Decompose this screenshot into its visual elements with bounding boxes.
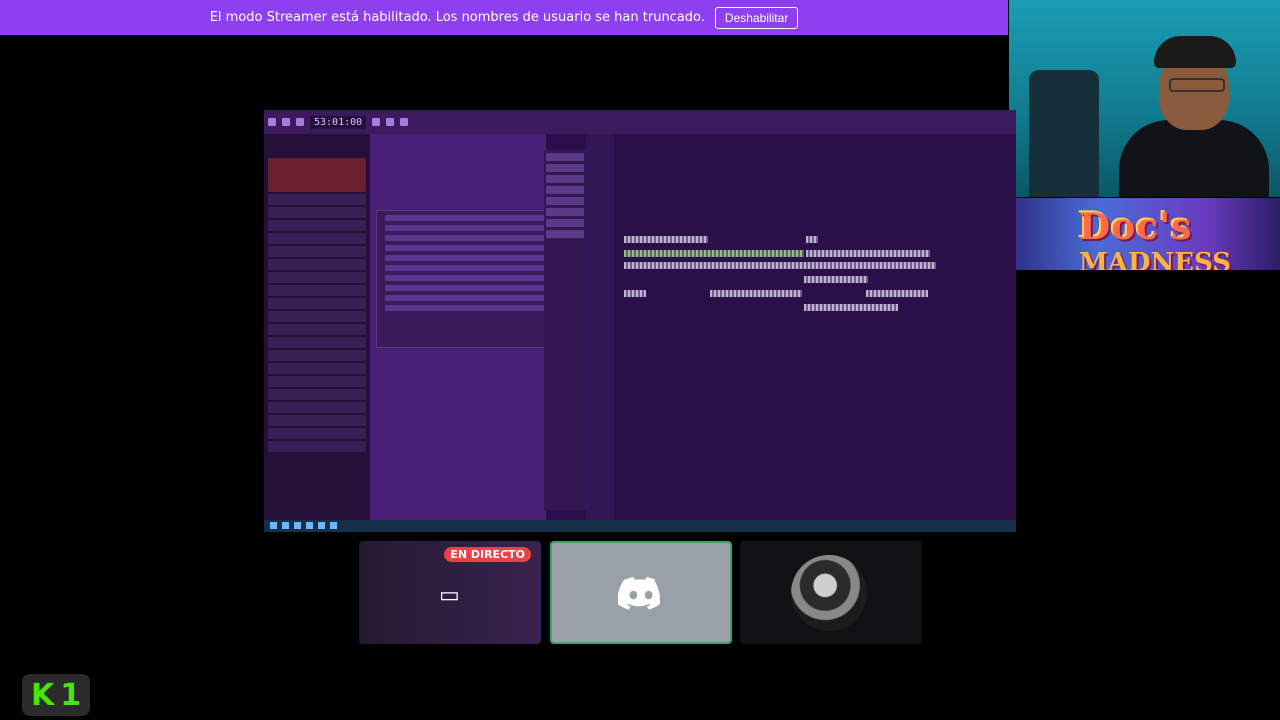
browser-row: [268, 194, 366, 205]
play-icon: [268, 118, 276, 126]
windows-taskbar: [264, 520, 1016, 532]
tool-icon: [400, 118, 409, 126]
audio-clip: [804, 276, 868, 283]
browser-row: [268, 389, 366, 400]
browser-row: [268, 285, 366, 296]
webcam-person-body: [1119, 120, 1269, 197]
screen-share-tile[interactable]: EN DIRECTO ▭: [359, 541, 541, 644]
discord-user-tile[interactable]: [550, 541, 732, 644]
browser-row: [268, 415, 366, 426]
browser-row: [268, 272, 366, 283]
browser-row: [268, 376, 366, 387]
audio-clip: [806, 250, 930, 257]
time-display: 53:01:00: [310, 115, 367, 129]
browser-row: [268, 363, 366, 374]
tool-icon: [386, 118, 395, 126]
browser-row: [268, 350, 366, 361]
browser-row: [268, 402, 366, 413]
audio-clip: [710, 290, 802, 297]
k1-corner-logo: K 1: [22, 674, 90, 716]
app-icon: [294, 522, 301, 529]
mixer-row: [546, 230, 584, 238]
stop-icon: [282, 118, 290, 126]
logo-line1: Doc's: [1079, 206, 1193, 248]
audio-clip: [624, 236, 708, 243]
streamer-mode-message: El modo Streamer está habilitado. Los no…: [209, 10, 705, 25]
streamer-mode-banner: El modo Streamer está habilitado. Los no…: [0, 0, 1008, 35]
start-icon: [270, 522, 277, 529]
mixer-row: [546, 164, 584, 172]
audio-clip: [624, 250, 804, 257]
browser-row: [268, 337, 366, 348]
discord-icon: [618, 577, 661, 610]
app-icon: [318, 522, 325, 529]
docs-madness-logo: Doc's MADNESS: [979, 198, 1280, 270]
logo-line2: MADNESS: [1079, 248, 1232, 270]
browser-row: [268, 441, 366, 452]
avatar: [791, 555, 867, 631]
audio-clip: [624, 290, 646, 297]
webcam-chair: [1029, 70, 1099, 197]
mixer-row: [546, 175, 584, 183]
audio-clip: [624, 262, 936, 269]
mixer-row: [546, 186, 584, 194]
promo-banner: [268, 158, 366, 192]
audio-clip: [806, 236, 818, 243]
app-icon: [282, 522, 289, 529]
mixer-list: [544, 150, 586, 510]
app-icon: [306, 522, 313, 529]
track-headers: [586, 134, 614, 520]
daw-browser-panel: [264, 134, 371, 520]
screen-share-stream[interactable]: 53:01:00: [264, 110, 1016, 532]
browser-row: [268, 220, 366, 231]
app-icon: [330, 522, 337, 529]
participant-avatar-tile[interactable]: [740, 541, 922, 644]
browser-row: [268, 298, 366, 309]
daw-toolbar: 53:01:00: [264, 110, 1016, 134]
browser-row: [268, 207, 366, 218]
webcam-person-cap: [1154, 36, 1236, 68]
disable-streamer-mode-button[interactable]: Deshabilitar: [714, 6, 799, 29]
webcam-feed: [1009, 0, 1280, 197]
browser-row: [268, 246, 366, 257]
live-badge: EN DIRECTO: [444, 547, 531, 562]
record-icon: [296, 118, 304, 126]
mixer-row: [546, 219, 584, 227]
audio-clip: [804, 304, 898, 311]
browser-row: [268, 259, 366, 270]
tool-icon: [372, 118, 381, 126]
browser-row: [268, 324, 366, 335]
mixer-row: [546, 208, 584, 216]
mixer-row: [546, 197, 584, 205]
k1-number: 1: [60, 677, 82, 713]
browser-row: [268, 428, 366, 439]
audio-clip: [866, 290, 928, 297]
mixer-row: [546, 153, 584, 161]
webcam-person-glasses: [1169, 78, 1225, 92]
monitor-icon: ▭: [439, 583, 460, 608]
k1-letter: K: [30, 677, 55, 713]
browser-row: [268, 233, 366, 244]
browser-row: [268, 311, 366, 322]
playlist-arrangement: [586, 134, 1016, 520]
